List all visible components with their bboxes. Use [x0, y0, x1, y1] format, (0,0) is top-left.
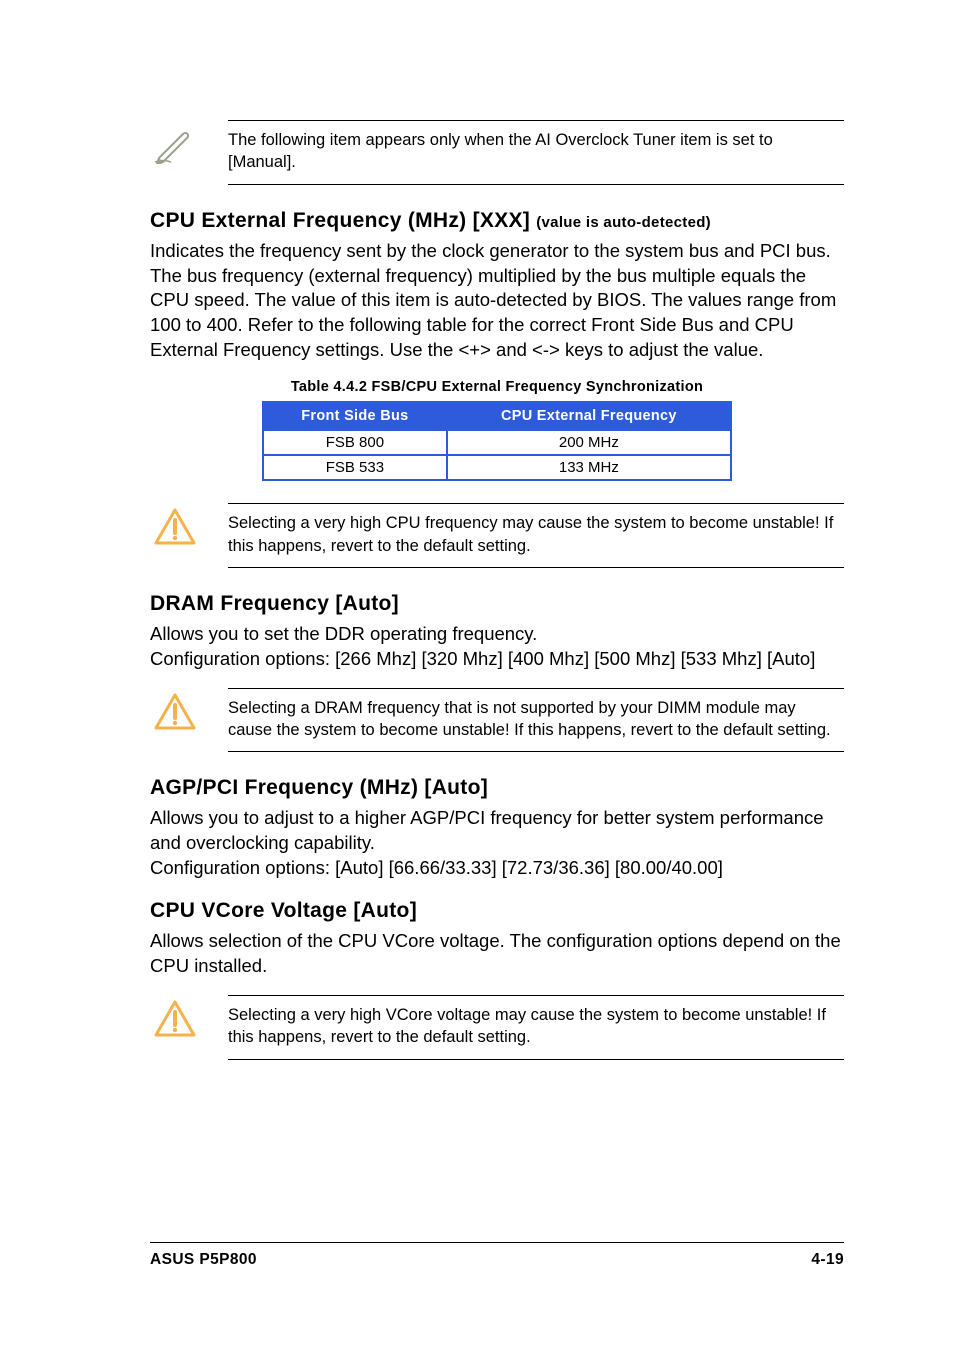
- note-caution-block: Selecting a DRAM frequency that is not s…: [150, 688, 844, 753]
- note-pencil-block: The following item appears only when the…: [150, 120, 844, 185]
- table-cell: FSB 800: [263, 430, 447, 455]
- caution-icon: [150, 995, 200, 1039]
- note-text: The following item appears only when the…: [228, 120, 844, 185]
- table-row: FSB 533 133 MHz: [263, 455, 731, 480]
- table-caption: Table 4.4.2 FSB/CPU External Frequency S…: [150, 379, 844, 395]
- page-footer: ASUS P5P800 4-19: [150, 1242, 844, 1269]
- heading-agp-pci-frequency: AGP/PCI Frequency (MHz) [Auto]: [150, 776, 844, 800]
- body-dram-frequency: Allows you to set the DDR operating freq…: [150, 622, 844, 672]
- body-line: Configuration options: [Auto] [66.66/33.…: [150, 857, 723, 878]
- note-text: Selecting a very high CPU frequency may …: [228, 503, 844, 568]
- heading-cpu-external-frequency: CPU External Frequency (MHz) [XXX] (valu…: [150, 209, 844, 233]
- table-cell: 133 MHz: [447, 455, 731, 480]
- heading-sub: (value is auto-detected): [536, 214, 711, 231]
- body-line: Allows you to set the DDR operating freq…: [150, 623, 537, 644]
- body-cpu-vcore-voltage: Allows selection of the CPU VCore voltag…: [150, 929, 844, 979]
- caution-icon: [150, 688, 200, 732]
- heading-dram-frequency: DRAM Frequency [Auto]: [150, 592, 844, 616]
- body-line: Allows you to adjust to a higher AGP/PCI…: [150, 807, 824, 853]
- table-cell: 200 MHz: [447, 430, 731, 455]
- heading-main: CPU External Frequency (MHz) [XXX]: [150, 209, 536, 232]
- body-agp-pci-frequency: Allows you to adjust to a higher AGP/PCI…: [150, 806, 844, 881]
- note-caution-block: Selecting a very high VCore voltage may …: [150, 995, 844, 1060]
- table-cell: FSB 533: [263, 455, 447, 480]
- fsb-cpu-table: Front Side Bus CPU External Frequency FS…: [262, 401, 732, 481]
- note-text: Selecting a very high VCore voltage may …: [228, 995, 844, 1060]
- note-text: Selecting a DRAM frequency that is not s…: [228, 688, 844, 753]
- table-row: FSB 800 200 MHz: [263, 430, 731, 455]
- body-cpu-external-frequency: Indicates the frequency sent by the cloc…: [150, 239, 844, 364]
- heading-cpu-vcore-voltage: CPU VCore Voltage [Auto]: [150, 899, 844, 923]
- note-caution-block: Selecting a very high CPU frequency may …: [150, 503, 844, 568]
- body-line: Configuration options: [266 Mhz] [320 Mh…: [150, 648, 815, 669]
- pencil-icon: [150, 120, 200, 164]
- table-header-cpu-ext: CPU External Frequency: [447, 402, 731, 430]
- table-header-fsb: Front Side Bus: [263, 402, 447, 430]
- page: The following item appears only when the…: [0, 0, 954, 1351]
- caution-icon: [150, 503, 200, 547]
- footer-left: ASUS P5P800: [150, 1251, 257, 1269]
- footer-right: 4-19: [811, 1251, 844, 1269]
